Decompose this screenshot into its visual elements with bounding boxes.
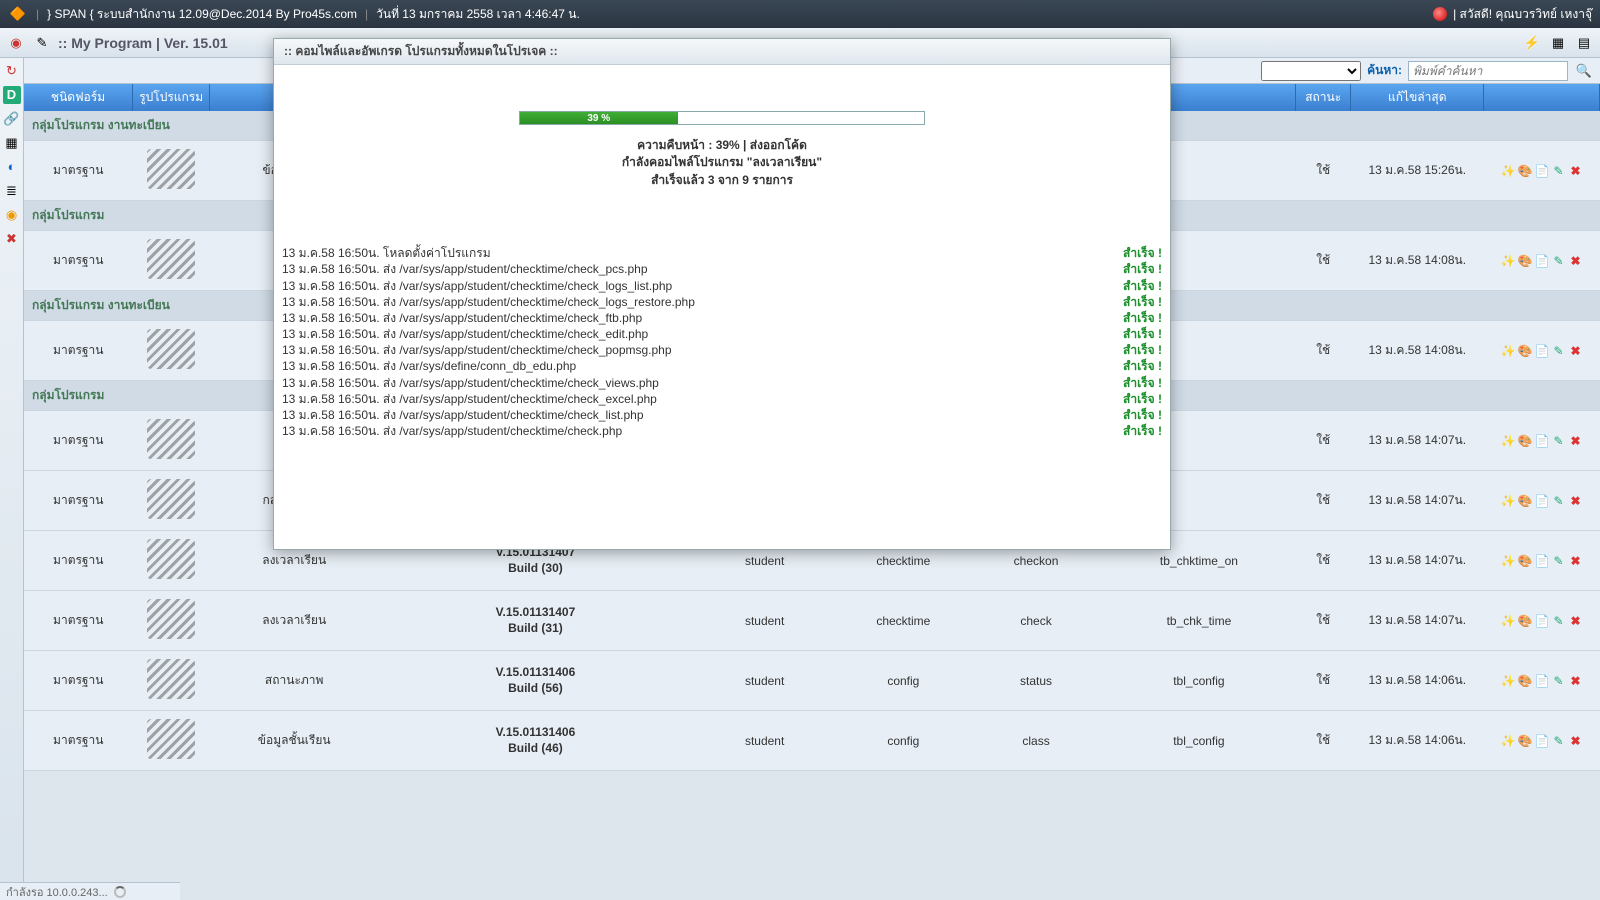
status-text: กำลังรอ 10.0.0.243... [6, 883, 108, 900]
progress-bar: 39 % [519, 111, 925, 125]
log-line: 13 ม.ค.58 16:50น. ส่ง /var/sys/app/stude… [282, 261, 1162, 277]
log-line: 13 ม.ค.58 16:50น. ส่ง /var/sys/app/stude… [282, 310, 1162, 326]
log-line: 13 ม.ค.58 16:50น. ส่ง /var/sys/app/stude… [282, 278, 1162, 294]
dialog-title: :: คอมไพล์และอัพเกรด โปรแกรมทั้งหมดในโปร… [274, 39, 1170, 65]
log-line: 13 ม.ค.58 16:50น. ส่ง /var/sys/app/stude… [282, 423, 1162, 439]
spinner-icon [114, 886, 126, 898]
progress-line-1: ความคืบหน้า : 39% | ส่งออกโค้ด [274, 137, 1170, 154]
log-output: 13 ม.ค.58 16:50น. โหลดตั้งค่าโปรแกรมสำเร… [274, 245, 1170, 439]
progress-line-3: สำเร็จแล้ว 3 จาก 9 รายการ [274, 172, 1170, 189]
log-line: 13 ม.ค.58 16:50น. ส่ง /var/sys/app/stude… [282, 391, 1162, 407]
progress-percent: 39 % [520, 112, 678, 126]
log-line: 13 ม.ค.58 16:50น. โหลดตั้งค่าโปรแกรมสำเร… [282, 245, 1162, 261]
log-line: 13 ม.ค.58 16:50น. ส่ง /var/sys/app/stude… [282, 326, 1162, 342]
compile-dialog: :: คอมไพล์และอัพเกรด โปรแกรมทั้งหมดในโปร… [273, 38, 1171, 550]
log-line: 13 ม.ค.58 16:50น. ส่ง /var/sys/app/stude… [282, 294, 1162, 310]
log-line: 13 ม.ค.58 16:50น. ส่ง /var/sys/app/stude… [282, 407, 1162, 423]
log-line: 13 ม.ค.58 16:50น. ส่ง /var/sys/app/stude… [282, 375, 1162, 391]
status-bar: กำลังรอ 10.0.0.243... [0, 882, 180, 900]
log-line: 13 ม.ค.58 16:50น. ส่ง /var/sys/define/co… [282, 358, 1162, 374]
log-line: 13 ม.ค.58 16:50น. ส่ง /var/sys/app/stude… [282, 342, 1162, 358]
progress-line-2: กำลังคอมไพล์โปรแกรม "ลงเวลาเรียน" [274, 154, 1170, 171]
